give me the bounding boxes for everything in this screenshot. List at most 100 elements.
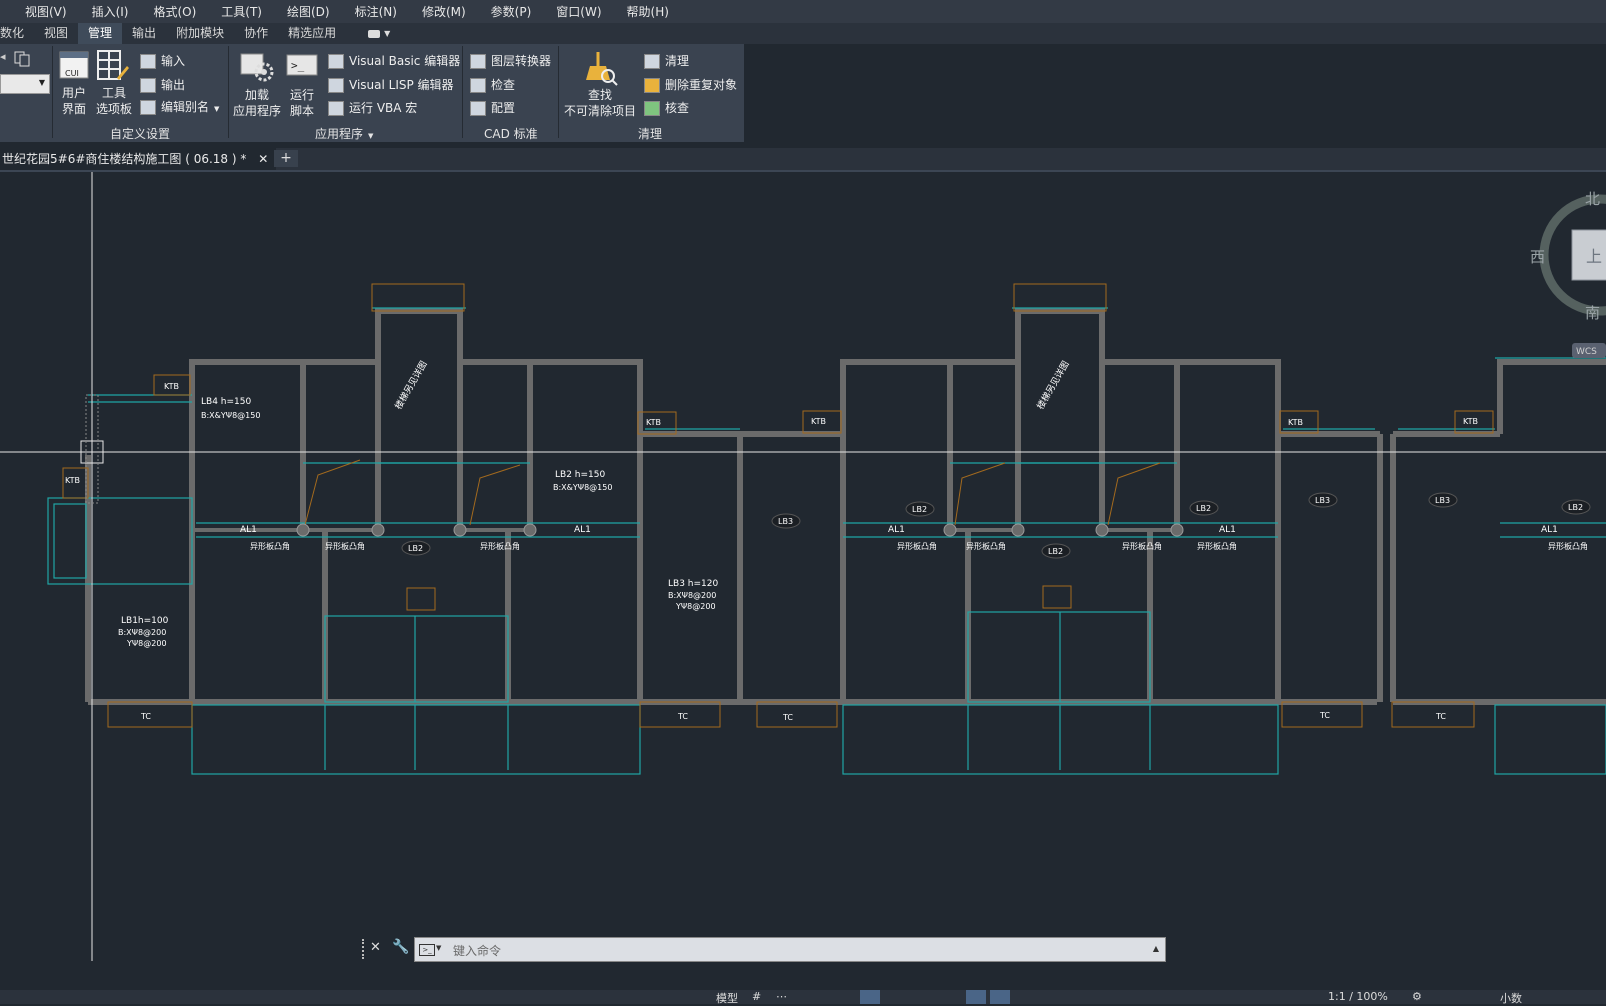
- label-lb2-1: LB2: [408, 544, 423, 553]
- chevron-down-icon: ▼: [368, 132, 374, 140]
- run-vba-label: 运行 VBA 宏: [349, 101, 418, 115]
- label-ktb-1: KTB: [164, 382, 179, 391]
- document-tab[interactable]: 世纪花园5#6#商住楼结构施工图 ( 06.18 ) * ✕: [0, 148, 277, 170]
- ortho-icon[interactable]: [860, 990, 880, 1004]
- tab-addins[interactable]: 附加模块: [166, 23, 234, 44]
- layer-translator-icon: [470, 54, 486, 69]
- workspace-icon[interactable]: ◂: [0, 50, 6, 63]
- menu-format[interactable]: 格式(O): [140, 3, 208, 20]
- label-al1-2: AL1: [574, 525, 591, 535]
- purge-button[interactable]: 清理: [644, 52, 689, 69]
- vb-editor-button[interactable]: Visual Basic 编辑器: [328, 52, 460, 69]
- menu-bar: 视图(V) 插入(I) 格式(O) 工具(T) 绘图(D) 标注(N) 修改(M…: [0, 0, 1606, 23]
- viewcube-top-face: 上: [1586, 247, 1602, 266]
- viewcube[interactable]: 上 北 西 南 WCS: [1530, 190, 1606, 358]
- check-standards-button[interactable]: 检查: [470, 76, 515, 93]
- command-input[interactable]: >_ ▼ 键入命令 ▲: [414, 937, 1166, 962]
- overkill-button[interactable]: 删除重复对象: [644, 76, 737, 93]
- label-stair-note-2: 楼梯另见详图: [1034, 359, 1071, 412]
- command-history-icon[interactable]: >_: [419, 944, 435, 956]
- check-icon: [470, 78, 486, 93]
- label-ktb-2: KTB: [65, 476, 80, 485]
- menu-insert[interactable]: 插入(I): [79, 3, 141, 20]
- edit-aliases-button[interactable]: 编辑别名 ▼: [140, 98, 219, 115]
- chevron-down-icon[interactable]: ▼: [436, 944, 441, 952]
- tab-view[interactable]: 视图: [34, 23, 78, 44]
- chevron-down-icon: ▼: [38, 78, 45, 87]
- osnap-icon[interactable]: [990, 990, 1010, 1004]
- label-lb2-5: LB2: [1568, 503, 1583, 512]
- lisp-editor-label: Visual LISP 编辑器: [349, 78, 454, 92]
- snap-icon[interactable]: ⋯: [776, 990, 787, 1003]
- configure-standards-button[interactable]: 配置: [470, 99, 515, 116]
- check-label: 检查: [491, 78, 516, 92]
- layer-translator-label: 图层转换器: [491, 54, 552, 68]
- tab-output[interactable]: 输出: [122, 23, 166, 44]
- menu-help[interactable]: 帮助(H): [614, 3, 681, 20]
- purge-icon: [644, 54, 660, 69]
- new-tab-button[interactable]: +: [274, 150, 298, 167]
- close-icon[interactable]: ✕: [370, 940, 381, 955]
- tab-parametric[interactable]: 参数化: [0, 23, 34, 44]
- tab-featured-apps[interactable]: 精选应用: [278, 23, 346, 44]
- wrench-icon[interactable]: 🔧: [392, 939, 409, 955]
- tool-palettes-label-2: 选项板: [95, 102, 132, 116]
- grid-icon[interactable]: #: [752, 990, 761, 1003]
- tab-manage[interactable]: 管理: [78, 23, 123, 44]
- ribbon-panels: ◂ ▼ CUI 用户 界面 工具 选项板 输入 输出 编辑别名 ▼ 自定义设置 加载应…: [0, 44, 744, 142]
- annotation-scale[interactable]: 1:1 / 100%: [1328, 990, 1388, 1003]
- chevron-down-icon: ▼: [384, 29, 391, 38]
- export-icon: [140, 78, 156, 93]
- chevron-down-icon: ▼: [214, 105, 220, 113]
- run-script-icon: >_: [286, 54, 318, 76]
- status-bar: 模型 # ⋯ 1:1 / 100% ⚙ 小数: [0, 990, 1606, 1005]
- applications-panel-title[interactable]: 应用程序 ▼: [315, 125, 373, 142]
- import-button[interactable]: 输入: [140, 52, 185, 69]
- wcs-label: WCS: [1576, 347, 1597, 357]
- label-beam-note-7: 异形板凸角: [1197, 541, 1237, 551]
- label-ktb-3: KTB: [646, 418, 661, 427]
- user-interface-label-1: 用户: [61, 86, 86, 100]
- run-script-label-1: 运行: [289, 88, 314, 102]
- lisp-editor-button[interactable]: Visual LISP 编辑器: [328, 76, 454, 93]
- tool-palettes-label-1: 工具: [101, 86, 126, 100]
- label-tc-1: TC: [140, 712, 151, 721]
- drawing-canvas[interactable]: KTB KTB KTB KTB KTB KTB TC TC TC TC TC A…: [0, 172, 1606, 961]
- edit-aliases-label: 编辑别名: [161, 100, 210, 114]
- menu-modify[interactable]: 修改(M): [409, 3, 478, 20]
- user-interface-label-2: 界面: [61, 102, 86, 116]
- viewcube-north: 北: [1585, 190, 1600, 208]
- menu-tools[interactable]: 工具(T): [208, 3, 274, 20]
- audit-button[interactable]: 核查: [644, 99, 689, 116]
- menu-dimension[interactable]: 标注(N): [342, 3, 409, 20]
- label-lb1-title: LB1h=100: [121, 616, 169, 626]
- copy-icon[interactable]: [14, 51, 30, 67]
- label-tc-4: TC: [1319, 711, 1330, 720]
- tab-collaborate[interactable]: 协作: [234, 23, 278, 44]
- label-lb2-rebar: B:X&YΨ8@150: [553, 483, 612, 492]
- label-beam-note-5: 异形板凸角: [966, 541, 1006, 551]
- menu-parametric[interactable]: 参数(P): [478, 3, 544, 20]
- label-ktb-4: KTB: [811, 417, 826, 426]
- ribbon-minimize-icon: [368, 29, 381, 38]
- gear-icon[interactable]: ⚙: [1412, 990, 1422, 1003]
- menu-window[interactable]: 窗口(W): [543, 3, 613, 20]
- purge-label: 清理: [665, 54, 690, 68]
- label-al1-5: AL1: [1541, 525, 1558, 535]
- workspace-dropdown[interactable]: ▼: [0, 74, 50, 94]
- overkill-icon: [644, 78, 660, 93]
- ribbon-toggle-button[interactable]: ▼: [368, 29, 390, 38]
- menu-draw[interactable]: 绘图(D): [274, 3, 342, 20]
- chevron-up-icon[interactable]: ▲: [1153, 944, 1159, 953]
- export-button[interactable]: 输出: [140, 76, 185, 93]
- command-line-grip[interactable]: [362, 939, 368, 959]
- menu-view[interactable]: 视图(V): [12, 3, 79, 20]
- label-lb2-4: LB2: [1196, 504, 1211, 513]
- run-vba-button[interactable]: 运行 VBA 宏: [328, 99, 417, 116]
- layer-translator-button[interactable]: 图层转换器: [470, 52, 551, 69]
- crosshair-cursor: [0, 172, 1606, 961]
- polar-icon[interactable]: [966, 990, 986, 1004]
- floor-plan: KTB KTB KTB KTB KTB KTB TC TC TC TC TC A…: [47, 283, 1606, 775]
- label-al1-1: AL1: [240, 525, 257, 535]
- close-icon[interactable]: ✕: [258, 152, 268, 166]
